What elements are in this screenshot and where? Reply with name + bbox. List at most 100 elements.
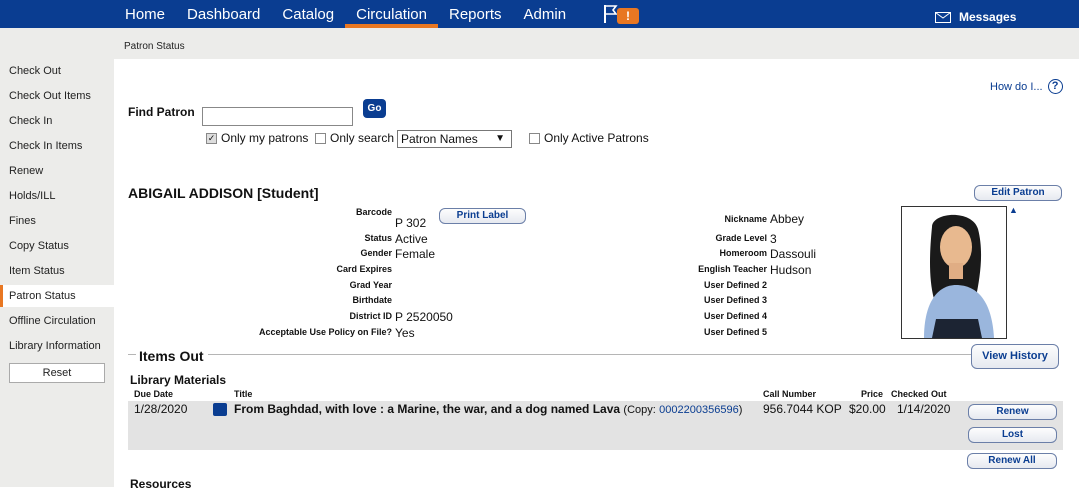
triangle-up-icon: ▲	[1009, 205, 1018, 215]
search-type-select[interactable]: Patron Names ▼	[397, 130, 512, 148]
sidebar-item-holds-ill[interactable]: Holds/ILL	[0, 185, 114, 207]
nav-home[interactable]: Home	[114, 0, 176, 28]
go-button[interactable]: Go	[363, 99, 386, 118]
field-value-status: Active	[395, 232, 428, 246]
field-label: Gender	[360, 248, 392, 258]
col-header-due-date: Due Date	[134, 389, 174, 399]
field-value-district-id: P 2520050	[395, 310, 453, 324]
sidebar-item-fines[interactable]: Fines	[0, 210, 114, 232]
field-value-aup: Yes	[395, 326, 415, 340]
cell-price: $20.00	[849, 402, 886, 416]
col-header-price: Price	[861, 389, 884, 399]
help-link[interactable]: How do I... ?	[990, 79, 1063, 94]
only-search-option[interactable]: Only search	[315, 131, 394, 145]
field-label: District ID	[349, 311, 392, 321]
field-value-english-teacher: Hudson	[770, 263, 812, 277]
sidebar-item-renew[interactable]: Renew	[0, 160, 114, 182]
envelope-icon	[935, 11, 951, 23]
sidebar-item-check-out-items[interactable]: Check Out Items	[0, 85, 114, 107]
view-history-button[interactable]: View History	[971, 344, 1059, 369]
alerts-button[interactable]: !	[603, 4, 639, 26]
copy-suffix: )	[738, 404, 743, 416]
col-header-title: Title	[234, 389, 253, 399]
renew-button[interactable]: Renew	[968, 404, 1057, 420]
field-value-gender: Female	[395, 247, 436, 261]
nav-catalog[interactable]: Catalog	[271, 0, 345, 28]
only-active-label: Only Active Patrons	[544, 131, 649, 145]
items-out-heading: Items Out	[139, 348, 204, 364]
field-label: Status	[364, 233, 392, 243]
field-label: Homeroom	[719, 248, 767, 258]
page-header-bar: Patron Status	[0, 28, 1079, 59]
only-search-label: Only search	[330, 131, 395, 145]
col-header-call-number: Call Number	[763, 389, 817, 399]
field-label: Barcode	[355, 207, 392, 217]
renew-all-button[interactable]: Renew All	[967, 453, 1057, 469]
only-active-option[interactable]: Only Active Patrons	[529, 131, 649, 145]
book-icon	[213, 403, 227, 416]
sidebar: Check Out Check Out Items Check In Check…	[0, 59, 114, 487]
nav-dashboard[interactable]: Dashboard	[176, 0, 271, 28]
only-my-patrons-checkbox[interactable]: ✓	[206, 132, 217, 144]
nav-reports[interactable]: Reports	[438, 0, 513, 28]
section-divider	[128, 354, 136, 355]
field-label: User Defined 5	[703, 327, 767, 337]
dropdown-arrow-icon: ▼	[495, 133, 505, 144]
reset-button[interactable]: Reset	[9, 363, 105, 383]
print-label-button[interactable]: Print Label	[439, 208, 526, 224]
search-type-value: Patron Names	[401, 132, 478, 146]
field-value-homeroom: Dassouli	[770, 247, 817, 261]
field-label: Birthdate	[352, 295, 392, 305]
copy-prefix: (Copy:	[623, 404, 656, 416]
field-value-grade-level: 3	[770, 232, 777, 246]
patron-name: ABIGAIL ADDISON [Student]	[128, 185, 319, 201]
person-silhouette-icon	[902, 207, 1006, 338]
messages-label: Messages	[959, 10, 1017, 24]
field-label: Grad Year	[349, 280, 392, 290]
lost-button[interactable]: Lost	[968, 427, 1057, 443]
sidebar-item-patron-status[interactable]: Patron Status	[0, 285, 114, 307]
messages-link[interactable]: Messages	[935, 10, 1016, 24]
field-label: Acceptable Use Policy on File?	[258, 327, 392, 337]
alert-badge: !	[617, 8, 639, 24]
section-divider	[208, 354, 972, 355]
page-title: Patron Status	[124, 41, 185, 52]
only-active-checkbox[interactable]	[529, 132, 540, 144]
sidebar-item-offline-circulation[interactable]: Offline Circulation	[0, 310, 114, 332]
help-label: How do I...	[990, 80, 1043, 93]
patron-photo	[901, 206, 1007, 339]
nav-circulation[interactable]: Circulation	[345, 0, 438, 28]
sidebar-item-check-in[interactable]: Check In	[0, 110, 114, 132]
find-patron-input[interactable]	[202, 107, 353, 126]
only-search-checkbox[interactable]	[315, 132, 326, 144]
cell-checked-out: 1/14/2020	[897, 402, 951, 416]
field-value-barcode: P 302	[395, 216, 427, 230]
find-patron-label: Find Patron	[128, 105, 195, 119]
nav-admin[interactable]: Admin	[513, 0, 578, 28]
field-label: Grade Level	[715, 233, 767, 243]
edit-patron-button[interactable]: Edit Patron	[974, 185, 1062, 201]
sidebar-item-check-in-items[interactable]: Check In Items	[0, 135, 114, 157]
field-label: User Defined 4	[703, 311, 767, 321]
cell-due-date: 1/28/2020	[134, 402, 188, 416]
field-label: Card Expires	[336, 264, 392, 274]
field-value-nickname: Abbey	[770, 212, 805, 226]
sidebar-item-check-out[interactable]: Check Out	[0, 60, 114, 82]
cell-call-number: 956.7044 KOP	[763, 402, 842, 416]
field-label: English Teacher	[698, 264, 767, 274]
only-my-patrons-label: Only my patrons	[221, 131, 309, 145]
only-my-patrons-option[interactable]: ✓ Only my patrons	[206, 131, 308, 145]
main-nav: Home Dashboard Catalog Circulation Repor…	[114, 0, 577, 28]
col-header-checked-out: Checked Out	[891, 389, 947, 399]
sidebar-item-copy-status[interactable]: Copy Status	[0, 235, 114, 257]
resources-heading: Resources	[130, 477, 192, 491]
sidebar-item-library-information[interactable]: Library Information	[0, 335, 114, 357]
field-label: Nickname	[724, 214, 767, 224]
library-materials-heading: Library Materials	[130, 373, 227, 387]
field-label: User Defined 2	[703, 280, 767, 290]
item-title[interactable]: From Baghdad, with love : a Marine, the …	[234, 402, 620, 416]
cell-title: From Baghdad, with love : a Marine, the …	[234, 402, 754, 416]
copy-barcode-link[interactable]: 0002200356596	[659, 404, 739, 416]
top-nav-bar: Home Dashboard Catalog Circulation Repor…	[0, 0, 1079, 28]
sidebar-item-item-status[interactable]: Item Status	[0, 260, 114, 282]
